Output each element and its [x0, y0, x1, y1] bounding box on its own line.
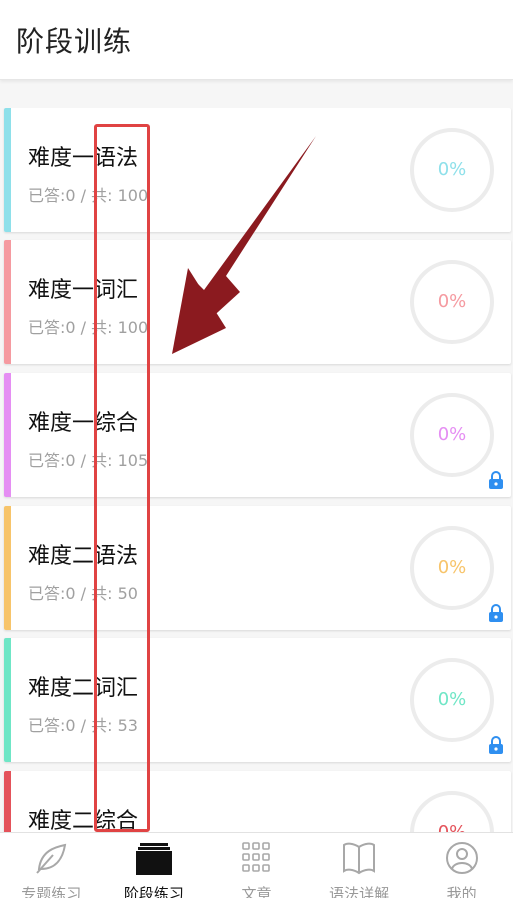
- book-icon: [343, 842, 376, 875]
- tab-topic-practice[interactable]: 专题练习: [0, 833, 103, 898]
- card-color-bar: [4, 638, 11, 762]
- card-progress-count: 已答:0 / 共: 105: [28, 451, 149, 470]
- tab-mine[interactable]: 我的: [410, 833, 513, 898]
- progress-percent: 0%: [414, 795, 490, 832]
- total-count: 共: 105: [91, 451, 149, 470]
- card-title: 难度一词汇: [28, 278, 139, 303]
- answered-count: 已答:0: [28, 716, 76, 735]
- progress-ring: 0%: [410, 791, 494, 832]
- lock-icon: [489, 471, 503, 489]
- stage-card[interactable]: 难度二综合 0%: [4, 771, 511, 832]
- answered-count: 已答:0: [28, 584, 76, 603]
- tab-label: 专题练习: [21, 885, 82, 898]
- total-count: 共: 100: [91, 186, 149, 205]
- card-color-bar: [4, 771, 11, 832]
- tab-articles[interactable]: 文章: [205, 833, 308, 898]
- bottom-tab-bar: 专题练习 阶段练习 文章 语法详解 我的: [0, 832, 513, 898]
- stage-card[interactable]: 难度二语法 已答:0 / 共: 50 0%: [4, 506, 511, 630]
- progress-ring: 0%: [410, 393, 494, 477]
- total-count: 共: 100: [91, 318, 149, 337]
- card-title: 难度一语法: [28, 146, 139, 171]
- progress-percent: 0%: [437, 159, 467, 180]
- progress-ring: 0%: [410, 658, 494, 742]
- progress-percent: 0%: [437, 689, 467, 710]
- grid-icon: [242, 842, 271, 872]
- total-count: 共: 53: [91, 716, 138, 735]
- leaf-icon: [36, 843, 67, 874]
- stack-icon: [135, 843, 172, 875]
- lock-icon: [489, 604, 503, 622]
- answered-count: 已答:0: [28, 451, 76, 470]
- progress-percent: 0%: [437, 557, 467, 578]
- stage-list[interactable]: 难度一语法 已答:0 / 共: 100 0% 难度一词汇 已答:0 / 共: 1…: [0, 108, 513, 832]
- card-color-bar: [4, 373, 11, 497]
- answered-count: 已答:0: [28, 186, 76, 205]
- lock-icon: [489, 736, 503, 754]
- answered-count: 已答:0: [28, 318, 76, 337]
- progress-ring: 0%: [410, 526, 494, 610]
- tab-stage-practice[interactable]: 阶段练习: [103, 833, 206, 898]
- stage-card[interactable]: 难度一词汇 已答:0 / 共: 100 0%: [4, 240, 511, 364]
- card-color-bar: [4, 108, 11, 232]
- app-header: 阶段训练: [0, 0, 513, 80]
- card-progress-count: 已答:0 / 共: 50: [28, 584, 138, 603]
- total-count: 共: 50: [91, 584, 138, 603]
- card-color-bar: [4, 506, 11, 630]
- stage-card[interactable]: 难度二词汇 已答:0 / 共: 53 0%: [4, 638, 511, 762]
- progress-ring: 0%: [410, 260, 494, 344]
- tab-grammar-detail[interactable]: 语法详解: [308, 833, 411, 898]
- card-title: 难度二综合: [28, 809, 139, 832]
- stage-card[interactable]: 难度一综合 已答:0 / 共: 105 0%: [4, 373, 511, 497]
- stage-card[interactable]: 难度一语法 已答:0 / 共: 100 0%: [4, 108, 511, 232]
- tab-label: 阶段练习: [123, 885, 184, 898]
- progress-ring: 0%: [410, 128, 494, 212]
- tab-label: 我的: [446, 885, 477, 898]
- page-title: 阶段训练: [16, 25, 133, 58]
- card-progress-count: 已答:0 / 共: 100: [28, 186, 149, 205]
- card-progress-count: 已答:0 / 共: 100: [28, 318, 149, 337]
- card-color-bar: [4, 240, 11, 364]
- card-title: 难度一综合: [28, 411, 139, 436]
- tab-label: 文章: [241, 885, 272, 898]
- card-title: 难度二语法: [28, 544, 139, 569]
- tab-label: 语法详解: [329, 885, 390, 898]
- person-icon: [445, 842, 478, 874]
- progress-percent: 0%: [437, 291, 467, 312]
- card-title: 难度二词汇: [28, 676, 139, 701]
- card-progress-count: 已答:0 / 共: 53: [28, 716, 138, 735]
- progress-percent: 0%: [437, 424, 467, 445]
